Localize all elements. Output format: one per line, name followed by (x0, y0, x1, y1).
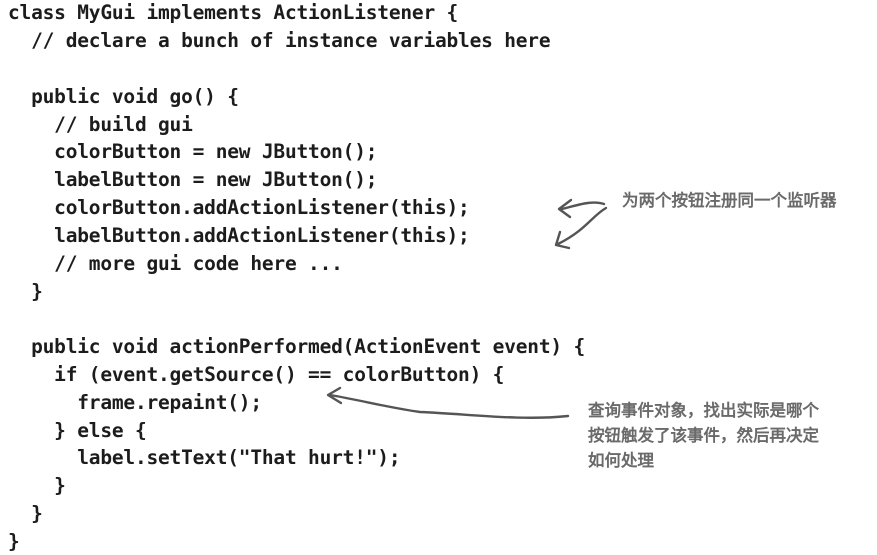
query-event-note-line: 按钮触发了该事件，然后再决定 (588, 426, 819, 445)
annotation-arrows (326, 198, 608, 419)
query-event-note-line: 查询事件对象，找出实际是哪个 (588, 401, 819, 420)
register-listener-note: 为两个按钮注册同一个监听器 (622, 191, 837, 210)
arrow-to-get-source (328, 393, 570, 419)
query-event-note-line: 如何处理 (588, 451, 654, 470)
